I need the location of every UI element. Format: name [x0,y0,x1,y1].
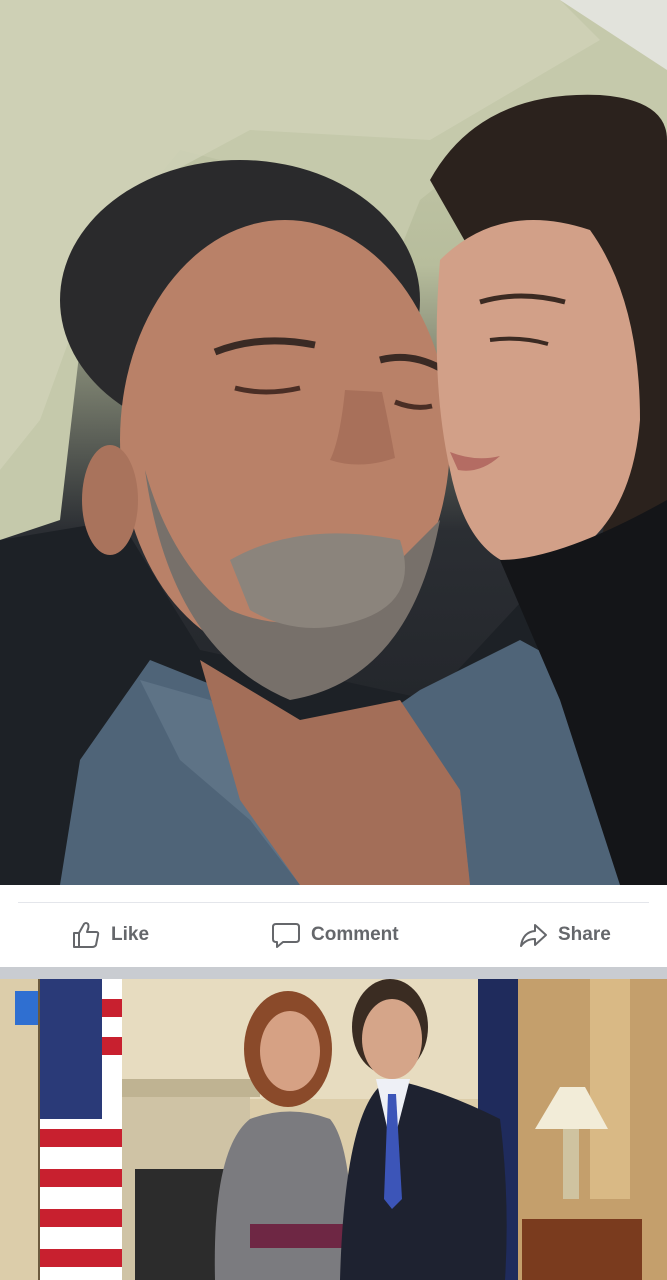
comment-button[interactable]: Comment [270,917,399,953]
share-arrow-icon [517,919,549,951]
next-post-photo-illustration [0,979,667,1280]
comment-label: Comment [311,924,399,945]
like-button[interactable]: Like [70,917,149,953]
post-photo-illustration [0,0,667,885]
speech-bubble-icon [270,919,302,951]
post-separator [0,967,667,979]
action-bar-divider [18,902,649,903]
share-button[interactable]: Share [517,917,611,953]
like-label: Like [111,924,150,945]
next-post-photo[interactable] [0,979,667,1280]
thumbs-up-icon [70,919,102,951]
post-photo[interactable] [0,0,667,885]
share-label: Share [558,924,611,945]
post-action-bar: Like Comment Share [0,885,667,967]
